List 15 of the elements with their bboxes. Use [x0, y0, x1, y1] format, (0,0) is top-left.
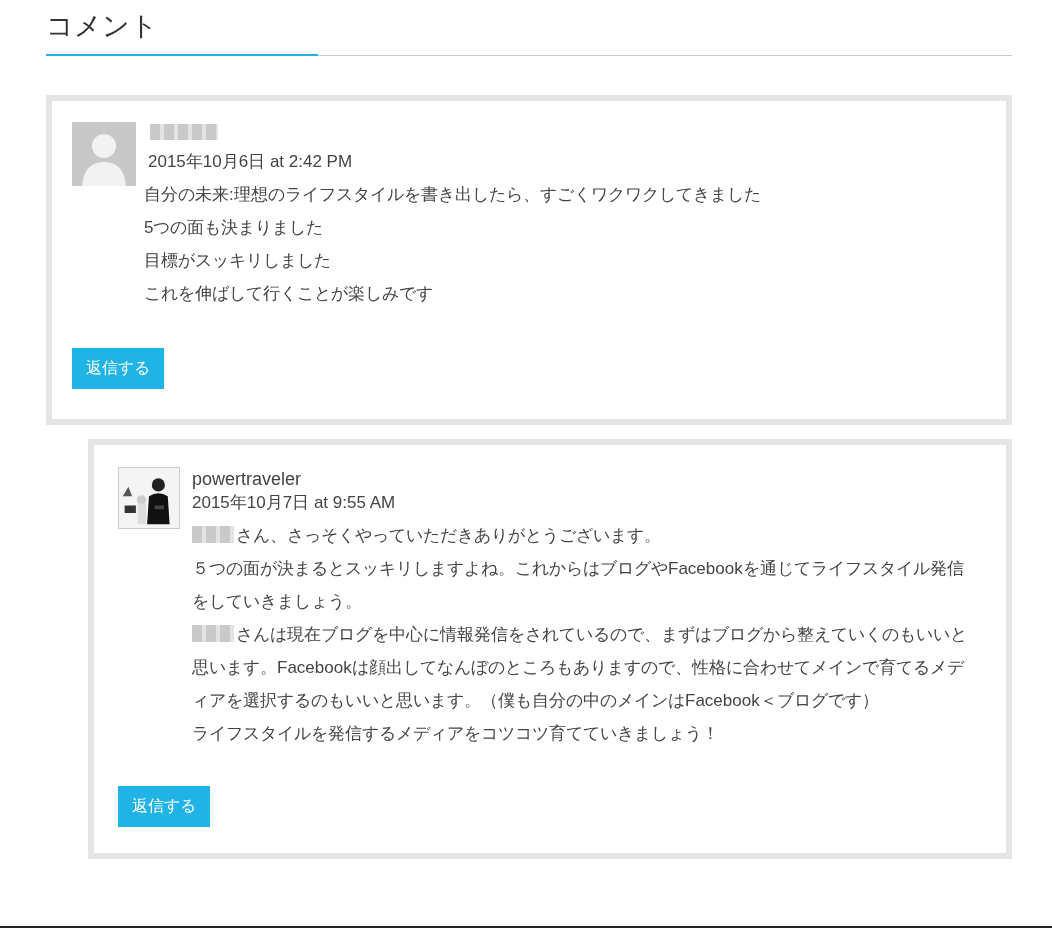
comment-text: さんは現在ブログを中心に情報発信をされているので、まずはブログから整えていくのもいいと思います。Facebookは顔出してなんぼのところもありますので、性格に合わせてメインで育てるメディアを選択するのもいいと思います。（僕も自分の中のメインはFacebook＜ブログです）: [192, 625, 967, 710]
avatar-placeholder-icon: [72, 122, 136, 186]
comment-text: これを伸ばして行くことが楽しみです: [144, 284, 433, 303]
comment-text: 目標がスッキリしました: [144, 251, 331, 270]
comment-text: 自分の未来:理想のライフスタイルを書き出したら、すごくワクワクしてきました: [144, 185, 761, 204]
author-name: powertraveler: [192, 468, 303, 491]
comment-date: 2015年10月6日 at 2:42 PM: [148, 151, 354, 173]
reply-button[interactable]: 返信する: [118, 786, 210, 827]
section-heading: コメント: [46, 8, 318, 56]
comment-text: ５つの面が決まるとスッキリしますよね。これからはブログやFacebookを通じてライフスタイル発信をしていきましょう。: [192, 559, 964, 611]
comment-date: 2015年10月7日 at 9:55 AM: [192, 492, 397, 514]
reply-button[interactable]: 返信する: [72, 348, 164, 389]
comment-text: ライフスタイルを発信するメディアをコツコツ育てていきましょう！: [192, 724, 719, 743]
comment-text: 5つの面も決まりました: [144, 218, 324, 237]
comment-text: さん、さっそくやっていただきありがとうございます。: [236, 526, 661, 545]
